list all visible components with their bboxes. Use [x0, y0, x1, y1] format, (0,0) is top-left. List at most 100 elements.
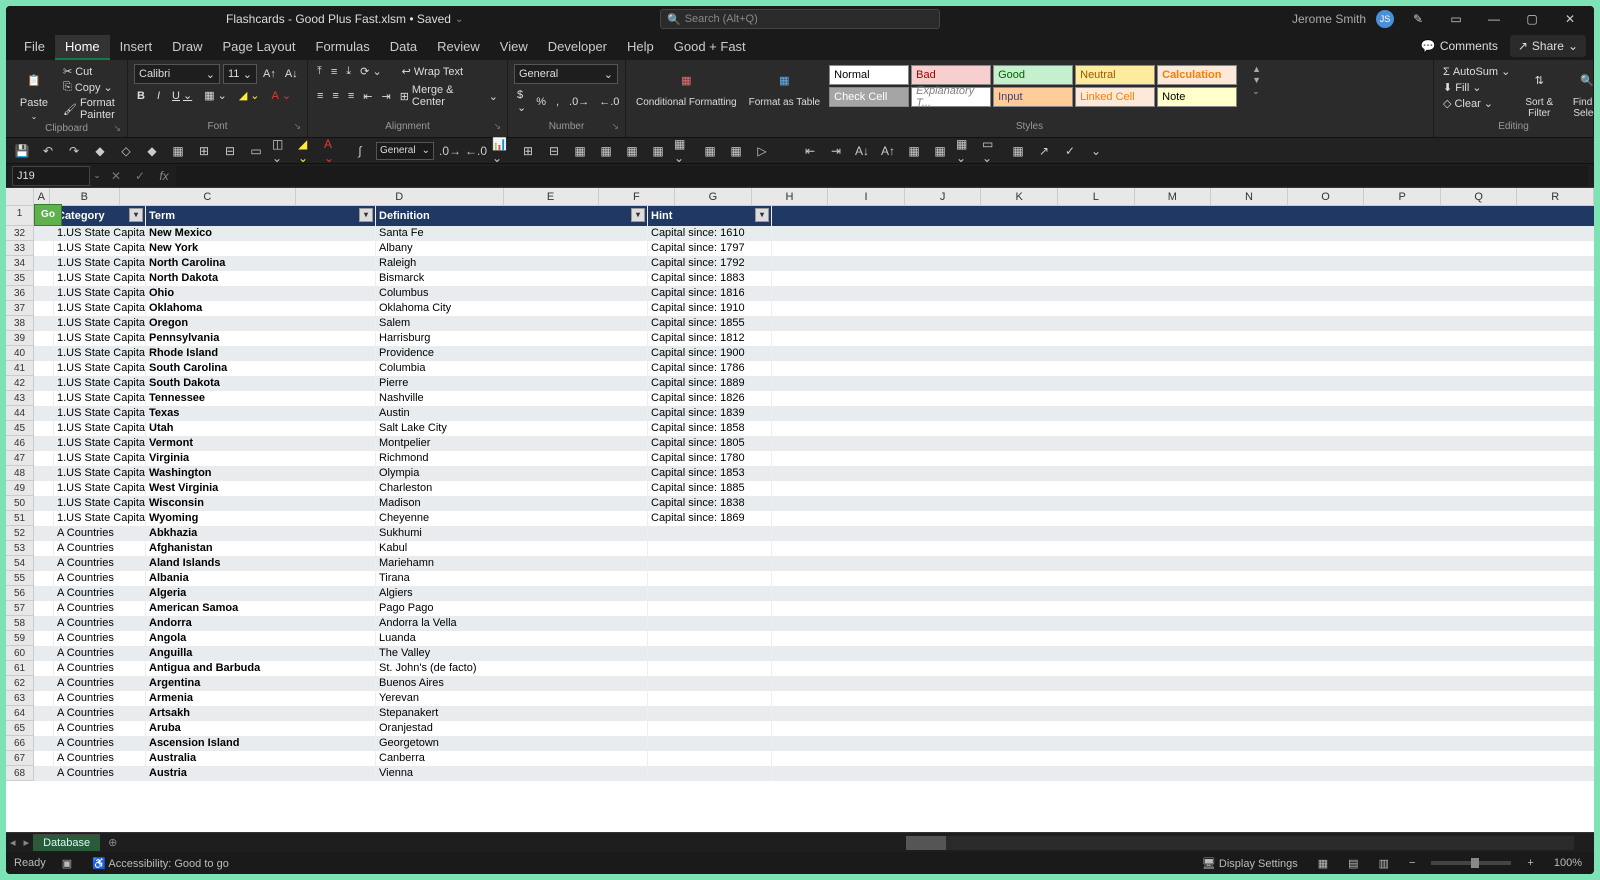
cell[interactable]: Stepanakert — [376, 706, 648, 721]
row-header[interactable]: 57 — [6, 601, 34, 616]
wrap-text-button[interactable]: ↩ Wrap Text — [399, 64, 466, 79]
cell[interactable]: Artsakh — [146, 706, 376, 721]
cell[interactable] — [34, 256, 54, 271]
row-header[interactable]: 65 — [6, 721, 34, 736]
row-header[interactable]: 40 — [6, 346, 34, 361]
fill-button[interactable]: ⬇ Fill ⌄ — [1440, 80, 1513, 95]
increase-indent-icon[interactable]: ⇥ — [378, 89, 393, 104]
row-header[interactable]: 51 — [6, 511, 34, 526]
view-normal-icon[interactable]: ▦ — [1314, 857, 1332, 870]
row-header[interactable]: 32 — [6, 226, 34, 241]
decrease-decimal-icon[interactable]: ←.0 — [596, 88, 622, 115]
qat-icon[interactable]: ←.0 — [466, 141, 486, 161]
cell[interactable]: Pago Pago — [376, 601, 648, 616]
fill-color-button[interactable]: ◢ ⌄ — [236, 88, 263, 103]
filter-button[interactable]: ▾ — [129, 208, 143, 222]
cell[interactable]: The Valley — [376, 646, 648, 661]
share-button[interactable]: ↗ Share ⌄ — [1510, 35, 1586, 57]
column-header[interactable]: R — [1517, 188, 1594, 206]
cell[interactable]: Providence — [376, 346, 648, 361]
cell[interactable]: A Countries — [54, 721, 146, 736]
view-page-break-icon[interactable]: ▥ — [1375, 857, 1393, 870]
cell[interactable] — [34, 421, 54, 436]
underline-button[interactable]: U ⌄ — [169, 88, 195, 103]
cell[interactable]: Algiers — [376, 586, 648, 601]
cell[interactable]: Wyoming — [146, 511, 376, 526]
cell[interactable] — [34, 586, 54, 601]
qat-icon[interactable]: ◇ — [116, 141, 136, 161]
cell[interactable]: Albania — [146, 571, 376, 586]
row-header[interactable]: 44 — [6, 406, 34, 421]
cell[interactable]: Kabul — [376, 541, 648, 556]
cell[interactable] — [34, 226, 54, 241]
table-row[interactable]: A CountriesAngolaLuanda — [34, 631, 1594, 646]
font-name-select[interactable]: Calibri⌄ — [134, 64, 220, 84]
align-middle-icon[interactable]: ≡ — [328, 65, 340, 79]
cell[interactable]: Capital since: 1855 — [648, 316, 772, 331]
cell[interactable] — [34, 556, 54, 571]
zoom-out-icon[interactable]: − — [1405, 857, 1419, 869]
orientation-icon[interactable]: ⟳ ⌄ — [357, 64, 385, 79]
cell[interactable] — [648, 736, 772, 751]
cell[interactable]: 1.US State Capitals — [54, 361, 146, 376]
row-header[interactable]: 59 — [6, 631, 34, 646]
cell[interactable] — [34, 436, 54, 451]
cell[interactable]: Pennsylvania — [146, 331, 376, 346]
row-header[interactable]: 1 — [6, 206, 34, 226]
cell[interactable] — [34, 676, 54, 691]
column-header[interactable]: L — [1058, 188, 1135, 206]
maximize-icon[interactable]: ▢ — [1518, 12, 1546, 26]
cell[interactable] — [648, 541, 772, 556]
row-header[interactable]: 53 — [6, 541, 34, 556]
row-header[interactable]: 56 — [6, 586, 34, 601]
cell[interactable]: Luanda — [376, 631, 648, 646]
cell-style-explanatory-t-[interactable]: Explanatory T... — [911, 87, 991, 107]
row-header[interactable]: 67 — [6, 751, 34, 766]
cell[interactable]: North Carolina — [146, 256, 376, 271]
menu-tab-review[interactable]: Review — [427, 35, 490, 58]
cell[interactable]: New York — [146, 241, 376, 256]
row-header[interactable]: 62 — [6, 676, 34, 691]
decrease-font-icon[interactable]: A↓ — [282, 64, 301, 84]
align-left-icon[interactable]: ≡ — [314, 89, 326, 103]
menu-tab-view[interactable]: View — [490, 35, 538, 58]
cell[interactable]: South Carolina — [146, 361, 376, 376]
cell[interactable] — [34, 736, 54, 751]
cell[interactable] — [34, 706, 54, 721]
cell[interactable]: Columbus — [376, 286, 648, 301]
menu-tab-home[interactable]: Home — [55, 35, 110, 60]
column-header[interactable]: H — [752, 188, 829, 206]
cell[interactable]: Austria — [146, 766, 376, 781]
cell[interactable]: A Countries — [54, 616, 146, 631]
cell[interactable] — [34, 616, 54, 631]
row-header[interactable]: 41 — [6, 361, 34, 376]
table-row[interactable]: 1.US State CapitalsVermontMontpelierCapi… — [34, 436, 1594, 451]
undo-icon[interactable]: ↶ — [38, 141, 58, 161]
cell[interactable]: Aruba — [146, 721, 376, 736]
cell[interactable] — [648, 751, 772, 766]
qat-icon[interactable]: ▦ ⌄ — [674, 141, 694, 161]
cell[interactable] — [34, 376, 54, 391]
currency-icon[interactable]: $ ⌄ — [514, 88, 529, 115]
table-row[interactable]: A CountriesAnguillaThe Valley — [34, 646, 1594, 661]
cell[interactable]: South Dakota — [146, 376, 376, 391]
cell[interactable]: Capital since: 1780 — [648, 451, 772, 466]
cell[interactable]: Capital since: 1900 — [648, 346, 772, 361]
cell[interactable]: Capital since: 1853 — [648, 466, 772, 481]
number-format-select[interactable]: General⌄ — [514, 64, 618, 84]
cell[interactable]: Wisconsin — [146, 496, 376, 511]
cell[interactable]: A Countries — [54, 766, 146, 781]
comma-icon[interactable]: , — [553, 88, 562, 115]
cell[interactable]: 1.US State Capitals — [54, 316, 146, 331]
cell[interactable]: Capital since: 1869 — [648, 511, 772, 526]
table-row[interactable]: A CountriesAndorraAndorra la Vella — [34, 616, 1594, 631]
save-icon[interactable]: 💾 — [12, 141, 32, 161]
row-header[interactable]: 68 — [6, 766, 34, 781]
cell[interactable] — [34, 631, 54, 646]
cell[interactable]: 1.US State Capitals — [54, 376, 146, 391]
qat-icon[interactable]: ◆ — [90, 141, 110, 161]
font-size-select[interactable]: 11⌄ — [223, 64, 257, 84]
cell[interactable]: Pierre — [376, 376, 648, 391]
table-row[interactable]: 1.US State CapitalsRhode IslandProvidenc… — [34, 346, 1594, 361]
cell[interactable]: Angola — [146, 631, 376, 646]
